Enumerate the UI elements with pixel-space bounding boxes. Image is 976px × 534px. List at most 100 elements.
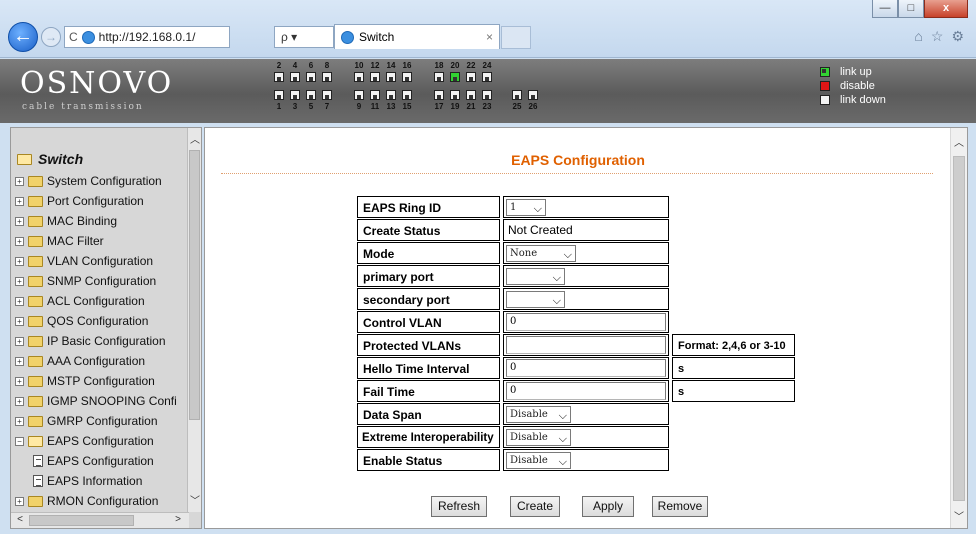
address-bar[interactable]: C http://192.168.0.1/ — [64, 26, 230, 48]
port-icon[interactable] — [434, 72, 444, 82]
port-icon[interactable] — [386, 72, 396, 82]
port-icon[interactable] — [322, 90, 332, 100]
port-icon[interactable] — [466, 90, 476, 100]
sidebar-item[interactable]: + Port Configuration — [15, 194, 144, 208]
port-icon[interactable] — [466, 72, 476, 82]
scroll-right-icon[interactable]: > — [171, 514, 185, 525]
scroll-down-icon[interactable]: ﹀ — [188, 492, 201, 507]
port-icon[interactable] — [434, 90, 444, 100]
forward-button[interactable]: → — [41, 27, 61, 47]
sidebar-item[interactable]: + IP Basic Configuration — [15, 334, 166, 348]
scrollbar-thumb[interactable] — [953, 156, 965, 501]
expand-icon[interactable]: + — [15, 496, 24, 506]
expand-icon[interactable]: + — [15, 376, 24, 386]
close-button[interactable]: x — [924, 0, 968, 18]
maximize-button[interactable]: □ — [898, 0, 924, 18]
port-icon[interactable] — [306, 90, 316, 100]
extreme-interop-select[interactable]: Disable ⌵ — [506, 428, 571, 446]
collapse-icon[interactable]: − — [15, 436, 24, 446]
control-vlan-input[interactable]: 0 — [506, 313, 666, 331]
sidebar-item[interactable]: + MAC Filter — [15, 234, 104, 248]
hello-time-input[interactable]: 0 — [506, 359, 666, 377]
sidebar-item[interactable]: + RMON Configuration — [15, 494, 158, 508]
port-icon[interactable] — [306, 72, 316, 82]
expand-icon[interactable]: + — [15, 296, 24, 306]
sidebar-item[interactable]: + SNMP Configuration — [15, 274, 156, 288]
sidebar-vertical-scrollbar[interactable]: ︿ ﹀ — [187, 128, 201, 512]
mode-select[interactable]: None ⌵ — [506, 244, 576, 262]
primary-port-select[interactable]: ⌵ — [506, 267, 565, 285]
expand-icon[interactable]: + — [15, 176, 24, 186]
sidebar-item[interactable]: + IGMP SNOOPING Confi — [15, 394, 177, 408]
port-icon[interactable] — [354, 90, 364, 100]
port-icon[interactable] — [290, 90, 300, 100]
scrollbar-thumb[interactable] — [189, 150, 200, 420]
port-icon[interactable] — [322, 72, 332, 82]
port-icon[interactable] — [370, 90, 380, 100]
port-icon[interactable] — [512, 90, 522, 100]
port-icon[interactable] — [354, 72, 364, 82]
sidebar-item[interactable]: + ACL Configuration — [15, 294, 145, 308]
sidebar-item[interactable]: + AAA Configuration — [15, 354, 145, 368]
scroll-left-icon[interactable]: < — [13, 514, 27, 525]
port-icon[interactable] — [402, 72, 412, 82]
scroll-up-icon[interactable]: ︿ — [952, 134, 966, 149]
expand-icon[interactable]: + — [15, 316, 24, 326]
sidebar-horizontal-scrollbar[interactable]: < > — [11, 512, 189, 528]
port-icon[interactable] — [290, 72, 300, 82]
sidebar-item[interactable]: + GMRP Configuration — [15, 414, 158, 428]
expand-icon[interactable]: + — [15, 196, 24, 206]
port-icon[interactable] — [274, 90, 284, 100]
data-span-select[interactable]: Disable ⌵ — [506, 405, 571, 423]
expand-icon[interactable]: + — [15, 336, 24, 346]
scrollbar-thumb[interactable] — [29, 515, 134, 526]
expand-icon[interactable]: + — [15, 396, 24, 406]
sidebar-item[interactable]: EAPS Configuration — [33, 454, 154, 468]
expand-icon[interactable]: + — [15, 256, 24, 266]
port-icon[interactable] — [386, 90, 396, 100]
expand-icon[interactable]: + — [15, 416, 24, 426]
scroll-up-icon[interactable]: ︿ — [188, 131, 201, 146]
sidebar-item[interactable]: + MAC Binding — [15, 214, 117, 228]
port-icon[interactable] — [482, 72, 492, 82]
expand-icon[interactable]: + — [15, 236, 24, 246]
port-icon[interactable] — [528, 90, 538, 100]
sidebar-item[interactable]: + System Configuration — [15, 174, 162, 188]
port-icon[interactable] — [482, 90, 492, 100]
refresh-icon[interactable]: C — [69, 30, 78, 44]
apply-button[interactable]: Apply — [582, 496, 634, 517]
search-dropdown[interactable]: ρ ▾ — [274, 26, 334, 48]
port-icon[interactable] — [402, 90, 412, 100]
scroll-down-icon[interactable]: ﹀ — [952, 508, 966, 523]
back-button[interactable]: ← — [8, 22, 38, 52]
minimize-button[interactable]: — — [872, 0, 898, 18]
ring-id-select[interactable]: 1 ⌵ — [506, 198, 546, 216]
new-tab-button[interactable] — [501, 26, 531, 49]
sidebar-item[interactable]: + MSTP Configuration — [15, 374, 155, 388]
secondary-port-select[interactable]: ⌵ — [506, 290, 565, 308]
home-icon[interactable]: ⌂ — [914, 28, 922, 45]
tab-close-icon[interactable]: × — [486, 30, 493, 44]
port-icon[interactable] — [370, 72, 380, 82]
favorites-icon[interactable]: ☆ — [931, 28, 944, 45]
address-text[interactable]: http://192.168.0.1/ — [99, 30, 196, 44]
main-vertical-scrollbar[interactable]: ︿ ﹀ — [950, 128, 967, 528]
remove-button[interactable]: Remove — [652, 496, 708, 517]
port-icon[interactable] — [450, 90, 460, 100]
port-icon[interactable] — [450, 72, 460, 82]
gear-icon[interactable]: ⚙ — [951, 28, 964, 45]
tree-root[interactable]: Switch — [17, 151, 83, 167]
sidebar-item[interactable]: + QOS Configuration — [15, 314, 148, 328]
sidebar-item[interactable]: + VLAN Configuration — [15, 254, 153, 268]
refresh-button[interactable]: Refresh — [431, 496, 487, 517]
expand-icon[interactable]: + — [15, 216, 24, 226]
port-icon[interactable] — [274, 72, 284, 82]
expand-icon[interactable]: + — [15, 276, 24, 286]
create-button[interactable]: Create — [510, 496, 560, 517]
tab-switch[interactable]: Switch × — [334, 24, 500, 49]
fail-time-input[interactable]: 0 — [506, 382, 666, 400]
enable-status-select[interactable]: Disable ⌵ — [506, 451, 571, 469]
sidebar-item[interactable]: − EAPS Configuration — [15, 434, 154, 448]
sidebar-item[interactable]: EAPS Information — [33, 474, 142, 488]
expand-icon[interactable]: + — [15, 356, 24, 366]
